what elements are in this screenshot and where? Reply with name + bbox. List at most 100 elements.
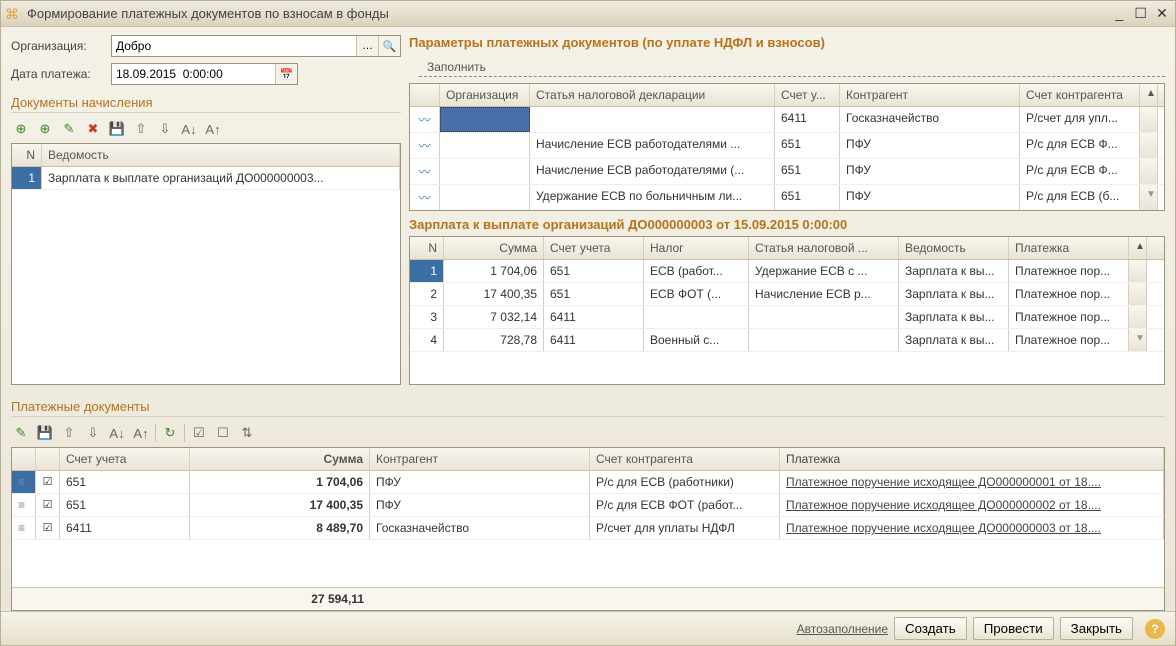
delete-button[interactable]: ✖ xyxy=(83,119,103,139)
salary-row[interactable]: 217 400,35651ЕСВ ФОТ (...Начисление ЕСВ … xyxy=(410,283,1164,306)
pay-sort-asc[interactable]: A↓ xyxy=(107,423,127,443)
payments-row[interactable]: ≡☑64118 489,70ГосказначействоР/счет для … xyxy=(12,517,1164,540)
date-picker-button[interactable]: 📅 xyxy=(275,64,297,84)
date-input[interactable] xyxy=(112,64,275,84)
params-grid[interactable]: Организация Статья налоговой декларации … xyxy=(409,83,1165,211)
pay-checkbox[interactable]: ☑ xyxy=(36,517,60,539)
move-down-button[interactable]: ⇩ xyxy=(155,119,175,139)
fill-button[interactable]: Заполнить xyxy=(419,58,1165,77)
salary-cell-ved: Зарплата к вы... xyxy=(899,260,1009,282)
pay-edit-button[interactable]: ✎ xyxy=(11,423,31,443)
params-col-ctr[interactable]: Контрагент xyxy=(840,84,1020,106)
params-col-org[interactable]: Организация xyxy=(440,84,530,106)
params-col-acc[interactable]: Счет у... xyxy=(775,84,840,106)
payments-section-title: Платежные документы xyxy=(11,399,1165,417)
params-scroll-up[interactable]: ▲ xyxy=(1140,84,1158,106)
pay-cell-link[interactable]: Платежное поручение исходящее ДО00000000… xyxy=(780,517,1164,539)
pay-col-ctr[interactable]: Контрагент xyxy=(370,448,590,470)
move-up-button[interactable]: ⇧ xyxy=(131,119,151,139)
salary-cell-pay: Платежное пор... xyxy=(1009,306,1129,328)
accrual-col-n[interactable]: N xyxy=(12,144,42,166)
pay-cell-link[interactable]: Платежное поручение исходящее ДО00000000… xyxy=(780,471,1164,493)
salary-cell-n: 4 xyxy=(410,329,444,351)
salary-scroll-down[interactable]: ▼ xyxy=(1129,329,1147,351)
params-row[interactable]: 〰Начисление ЕСВ работодателями ...651ПФУ… xyxy=(410,133,1164,159)
accrual-grid[interactable]: N Ведомость 1 Зарплата к выплате организ… xyxy=(11,143,401,385)
payments-total: 27 594,11 xyxy=(190,588,370,610)
post-button[interactable]: Провести xyxy=(973,617,1054,640)
wave-icon: 〰 xyxy=(410,133,440,158)
params-cell-stat: Начисление ЕСВ работодателями (... xyxy=(530,159,775,184)
params-cell-org xyxy=(440,159,530,184)
salary-cell-pay: Платежное пор... xyxy=(1009,260,1129,282)
payments-row[interactable]: ≡☑65117 400,35ПФУР/с для ЕСВ ФОТ (работ.… xyxy=(12,494,1164,517)
edit-button[interactable]: ✎ xyxy=(59,119,79,139)
params-cell-ctr: ПФУ xyxy=(840,159,1020,184)
salary-cell-ved: Зарплата к вы... xyxy=(899,306,1009,328)
pay-checkall-button[interactable]: ☑ xyxy=(189,423,209,443)
pay-down-button[interactable]: ⇩ xyxy=(83,423,103,443)
params-scroll-down[interactable] xyxy=(1140,133,1158,158)
org-search-button[interactable]: 🔍 xyxy=(378,36,400,56)
salary-scroll-down[interactable] xyxy=(1129,306,1147,328)
params-row[interactable]: 〰6411ГосказначействоР/счет для упл... xyxy=(410,107,1164,133)
salary-col-sum[interactable]: Сумма xyxy=(444,237,544,259)
org-select-button[interactable]: … xyxy=(356,36,378,56)
pay-checkbox[interactable]: ☑ xyxy=(36,494,60,516)
payments-grid[interactable]: Счет учета Сумма Контрагент Счет контраг… xyxy=(11,447,1165,611)
autofill-link[interactable]: Автозаполнение xyxy=(797,622,888,636)
close-button[interactable]: ✕ xyxy=(1153,5,1171,22)
params-col-cacc[interactable]: Счет контрагента xyxy=(1020,84,1140,106)
add-button[interactable]: ⊕ xyxy=(11,119,31,139)
save-button[interactable]: 💾 xyxy=(107,119,127,139)
params-scroll-down[interactable]: ▼ xyxy=(1140,185,1158,210)
pay-uncheckall-button[interactable]: ☐ xyxy=(213,423,233,443)
accrual-section-title: Документы начисления xyxy=(11,95,401,113)
org-input[interactable] xyxy=(112,36,356,56)
salary-col-stat[interactable]: Статья налоговой ... xyxy=(749,237,899,259)
pay-col-cacc[interactable]: Счет контрагента xyxy=(590,448,780,470)
close-form-button[interactable]: Закрыть xyxy=(1060,617,1133,640)
minimize-button[interactable]: _ xyxy=(1110,5,1128,21)
add-copy-button[interactable]: ⊕ xyxy=(35,119,55,139)
salary-grid[interactable]: N Сумма Счет учета Налог Статья налогово… xyxy=(409,236,1165,385)
pay-save-button[interactable]: 💾 xyxy=(35,423,55,443)
salary-row[interactable]: 37 032,146411Зарплата к вы...Платежное п… xyxy=(410,306,1164,329)
salary-row[interactable]: 4728,786411Военный с...Зарплата к вы...П… xyxy=(410,329,1164,352)
accrual-col-ved[interactable]: Ведомость xyxy=(42,144,400,166)
pay-toggle-button[interactable]: ⇅ xyxy=(237,423,257,443)
params-row[interactable]: 〰Удержание ЕСВ по больничным ли...651ПФУ… xyxy=(410,185,1164,210)
sort-desc-button[interactable]: A↑ xyxy=(203,119,223,139)
pay-refresh-button[interactable]: ↻ xyxy=(160,423,180,443)
params-row[interactable]: 〰Начисление ЕСВ работодателями (...651ПФ… xyxy=(410,159,1164,185)
pay-cell-link[interactable]: Платежное поручение исходящее ДО00000000… xyxy=(780,494,1164,516)
salary-scroll-down[interactable] xyxy=(1129,283,1147,305)
params-col-stat[interactable]: Статья налоговой декларации xyxy=(530,84,775,106)
create-button[interactable]: Создать xyxy=(894,617,967,640)
params-cell-org xyxy=(440,107,530,132)
params-cell-cacc: Р/счет для упл... xyxy=(1020,107,1140,132)
salary-col-acc[interactable]: Счет учета xyxy=(544,237,644,259)
salary-col-tax[interactable]: Налог xyxy=(644,237,749,259)
params-cell-stat xyxy=(530,107,775,132)
salary-col-n[interactable]: N xyxy=(410,237,444,259)
salary-scroll-down[interactable] xyxy=(1129,260,1147,282)
pay-col-pay[interactable]: Платежка xyxy=(780,448,1164,470)
maximize-button[interactable]: ☐ xyxy=(1132,5,1150,22)
accrual-row[interactable]: 1 Зарплата к выплате организаций ДО00000… xyxy=(12,167,400,190)
salary-row[interactable]: 11 704,06651ЕСВ (работ...Удержание ЕСВ с… xyxy=(410,260,1164,283)
params-scroll-down[interactable] xyxy=(1140,107,1158,132)
salary-col-pay[interactable]: Платежка xyxy=(1009,237,1129,259)
salary-col-ved[interactable]: Ведомость xyxy=(899,237,1009,259)
payments-row[interactable]: ≡☑6511 704,06ПФУР/с для ЕСВ (работники)П… xyxy=(12,471,1164,494)
pay-col-acc[interactable]: Счет учета xyxy=(60,448,190,470)
params-scroll-down[interactable] xyxy=(1140,159,1158,184)
salary-scroll-up[interactable]: ▲ xyxy=(1129,237,1147,259)
salary-cell-pay: Платежное пор... xyxy=(1009,283,1129,305)
pay-sort-desc[interactable]: A↑ xyxy=(131,423,151,443)
sort-asc-button[interactable]: A↓ xyxy=(179,119,199,139)
pay-checkbox[interactable]: ☑ xyxy=(36,471,60,493)
pay-col-sum[interactable]: Сумма xyxy=(190,448,370,470)
help-button[interactable]: ? xyxy=(1145,619,1165,639)
pay-up-button[interactable]: ⇧ xyxy=(59,423,79,443)
